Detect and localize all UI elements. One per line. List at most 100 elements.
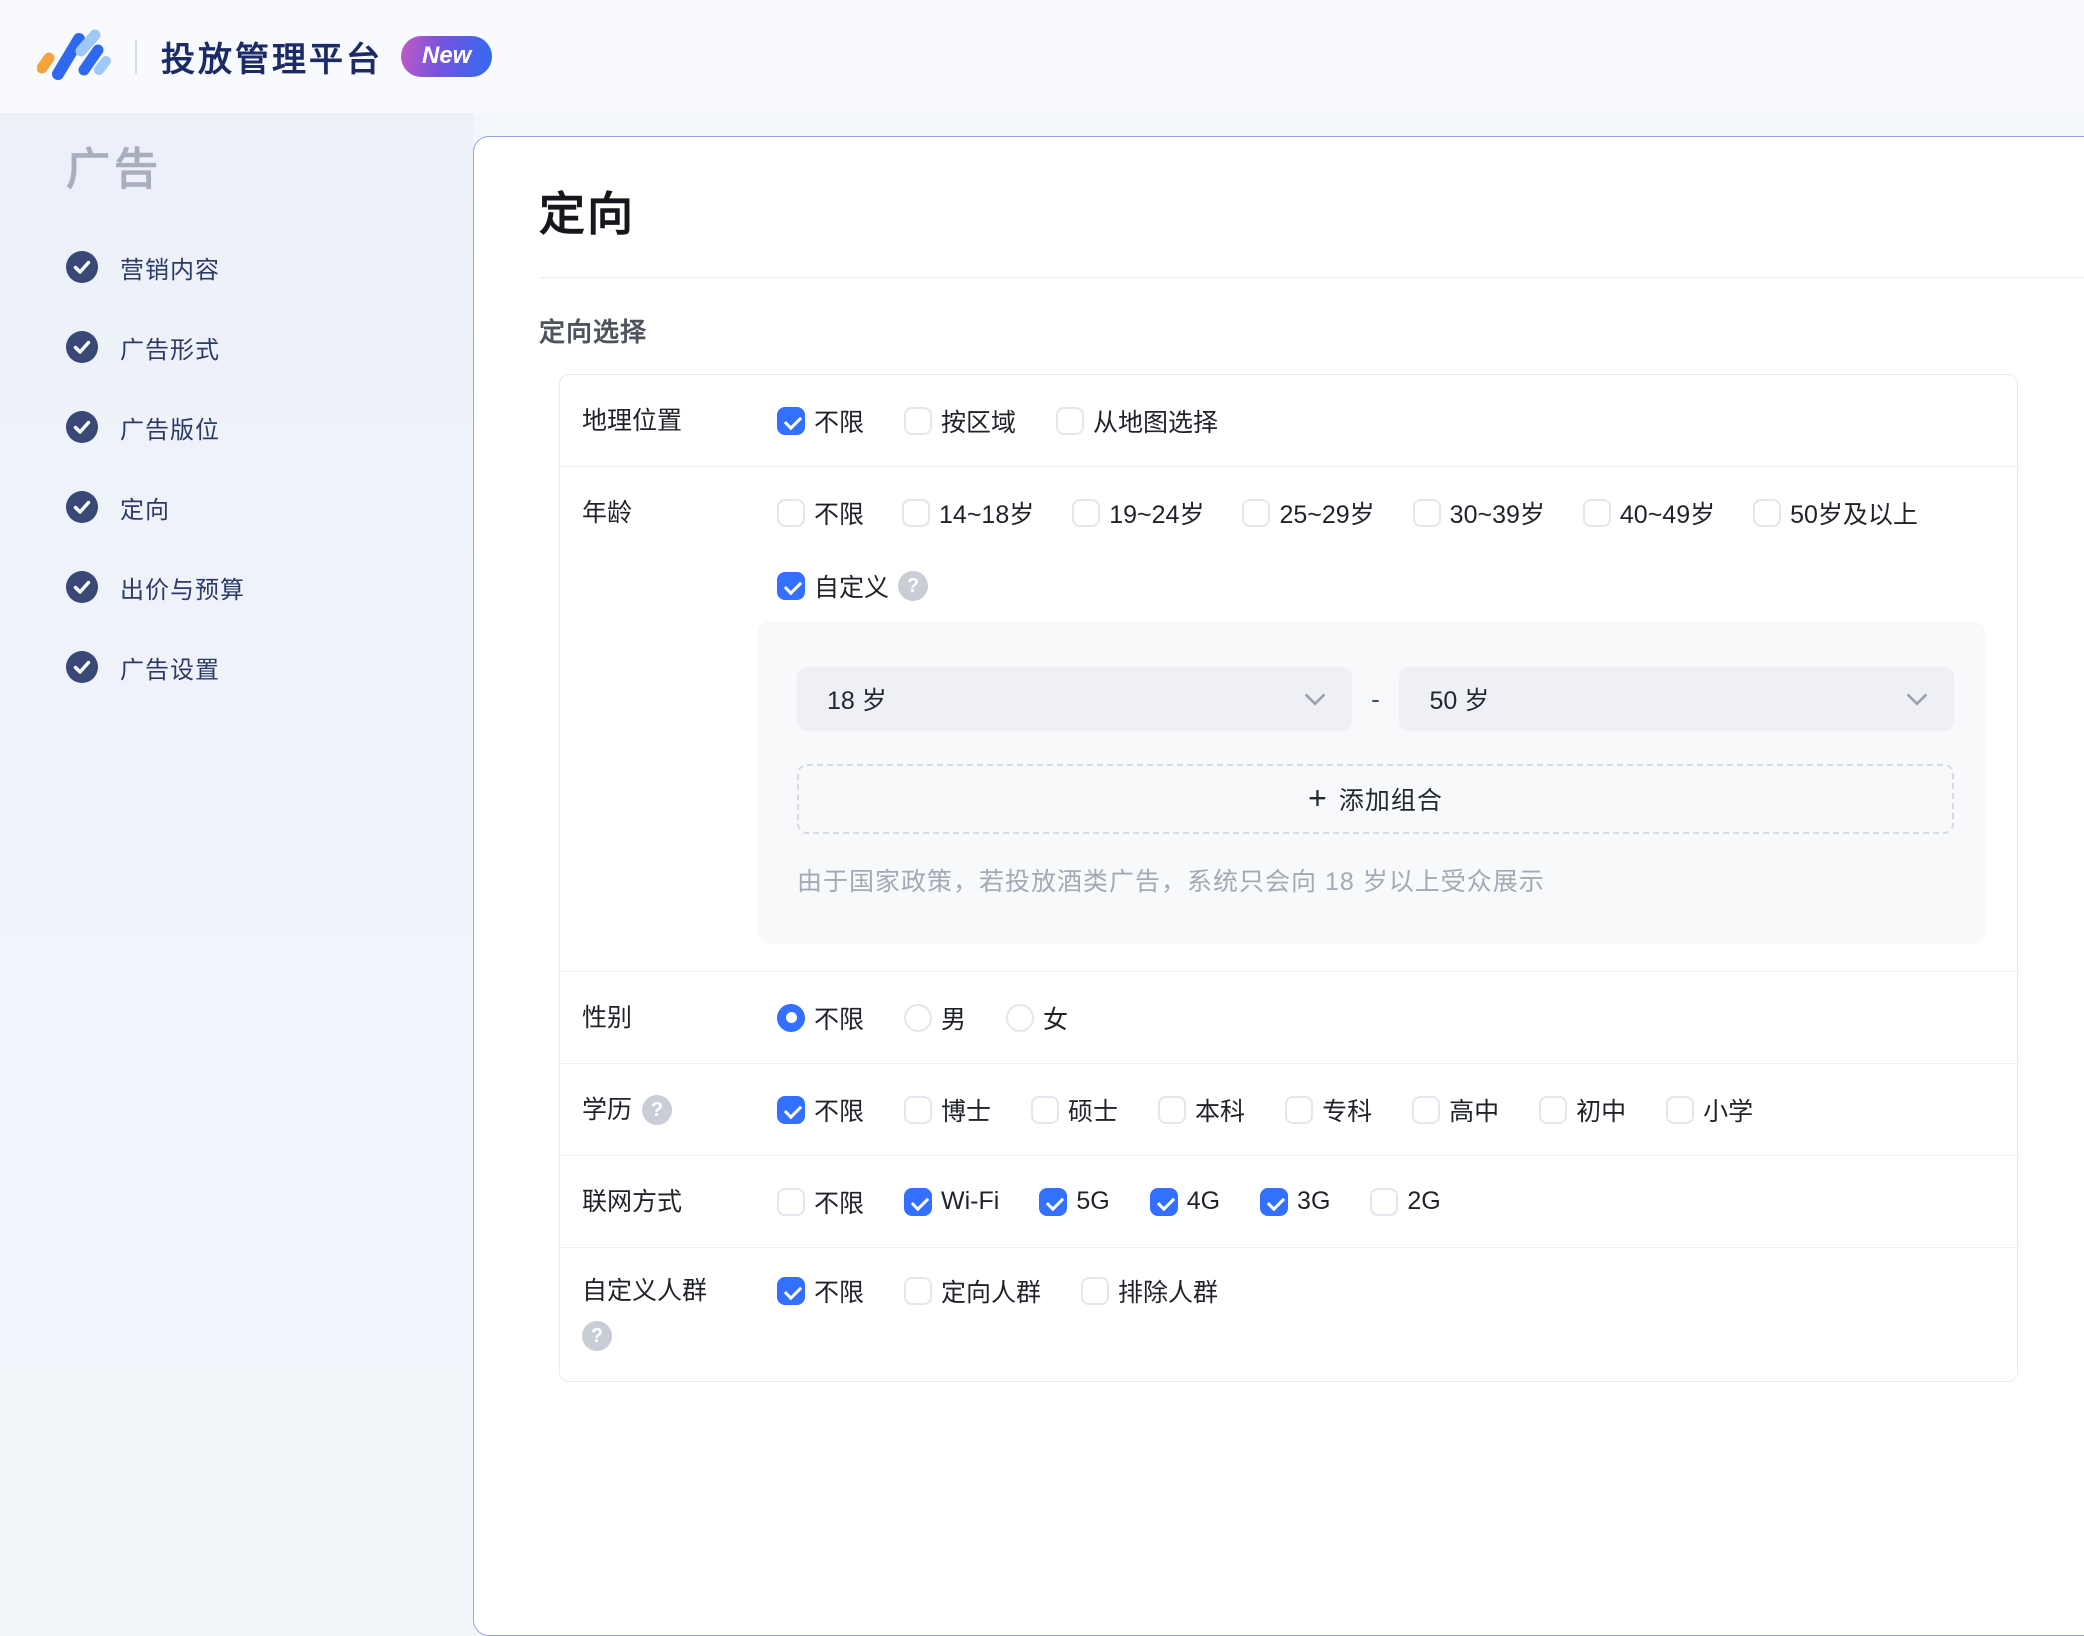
- form-row-education: 学历 ? 不限 博士 硕士 本科 专科 高中 初中 小学: [560, 1064, 2017, 1156]
- checkbox-icon: [1370, 1187, 1399, 1216]
- check-circle-icon: [66, 491, 98, 523]
- checkbox-net-wifi[interactable]: Wi-Fi: [904, 1187, 999, 1216]
- checkbox-icon: [904, 406, 933, 435]
- checkbox-audience-exclude[interactable]: 排除人群: [1081, 1273, 1218, 1309]
- age-custom-panel: 18 岁 - 50 岁 + 添加组合 由于国家政策，若投放酒类广告，系统只会向 …: [757, 621, 1986, 944]
- checkbox-icon: [1081, 1277, 1110, 1305]
- check-circle-icon: [66, 251, 98, 283]
- checkbox-icon: [777, 1187, 805, 1216]
- chevron-down-icon: [1304, 693, 1325, 706]
- checkbox-age-14-18[interactable]: 14~18岁: [902, 495, 1034, 531]
- checkbox-icon: [1412, 499, 1441, 527]
- checkbox-icon: [1149, 1187, 1178, 1216]
- sidebar-item-label: 广告版位: [120, 416, 220, 444]
- add-combination-button[interactable]: + 添加组合: [797, 764, 1954, 834]
- check-circle-icon: [66, 571, 98, 603]
- checkbox-icon: [904, 1095, 933, 1124]
- checkbox-icon: [1072, 499, 1101, 527]
- check-circle-icon: [66, 331, 98, 363]
- sidebar-item-ad-format[interactable]: 广告形式: [66, 327, 443, 367]
- checkbox-age-25-29[interactable]: 25~29岁: [1242, 495, 1375, 531]
- main-area: 定向 定向选择 地理位置 不限 按区域 从地图选择 年龄 不限 14~18岁 1…: [473, 113, 2084, 1636]
- help-icon[interactable]: ?: [898, 571, 929, 601]
- sidebar-item-ad-placement[interactable]: 广告版位: [66, 407, 443, 447]
- checkbox-icon: [1285, 1095, 1314, 1124]
- checkbox-edu-highschool[interactable]: 高中: [1412, 1092, 1499, 1128]
- radio-icon: [777, 1003, 805, 1032]
- checkbox-icon: [777, 1095, 805, 1124]
- row-label: 性别: [582, 1003, 633, 1032]
- checkbox-edu-doctor[interactable]: 博士: [904, 1092, 991, 1128]
- sidebar-nav: 营销内容 广告形式 广告版位 定向 出价与预算 广告设置: [66, 247, 443, 687]
- checkbox-age-30-39[interactable]: 30~39岁: [1412, 495, 1545, 531]
- checkbox-icon: [1242, 499, 1271, 527]
- checkbox-icon: [1039, 1187, 1068, 1216]
- sidebar-item-label: 出价与预算: [120, 576, 245, 604]
- checkbox-geo-from-map[interactable]: 从地图选择: [1056, 403, 1218, 439]
- top-bar: 投放管理平台 New: [0, 0, 2084, 113]
- sidebar-item-label: 广告设置: [120, 656, 220, 684]
- checkbox-age-unlimited[interactable]: 不限: [777, 495, 864, 531]
- checkbox-edu-middleschool[interactable]: 初中: [1539, 1092, 1626, 1128]
- checkbox-icon: [904, 1187, 933, 1216]
- sidebar: 广告 营销内容 广告形式 广告版位 定向 出价与预算 广告设置: [0, 113, 473, 1366]
- row-label: 自定义人群 ?: [582, 1273, 777, 1351]
- form-row-age: 年龄 不限 14~18岁 19~24岁 25~29岁 30~39岁 40~49岁…: [560, 467, 2017, 972]
- checkbox-edu-college[interactable]: 专科: [1285, 1092, 1372, 1128]
- sidebar-heading: 广告: [66, 145, 162, 194]
- radio-icon: [1006, 1003, 1035, 1032]
- checkbox-edu-master[interactable]: 硕士: [1031, 1092, 1118, 1128]
- checkbox-edu-bachelor[interactable]: 本科: [1158, 1092, 1245, 1128]
- page-title: 定向: [539, 188, 635, 240]
- radio-gender-male[interactable]: 男: [904, 1000, 966, 1036]
- brand-divider: [135, 39, 137, 74]
- sidebar-item-ad-settings[interactable]: 广告设置: [66, 647, 443, 687]
- radio-gender-unlimited[interactable]: 不限: [777, 1000, 864, 1036]
- checkbox-net-2g[interactable]: 2G: [1370, 1187, 1441, 1216]
- form-row-location: 地理位置 不限 按区域 从地图选择: [560, 375, 2017, 467]
- checkbox-edu-primaryschool[interactable]: 小学: [1666, 1092, 1753, 1128]
- sidebar-item-bid-budget[interactable]: 出价与预算: [66, 567, 443, 607]
- checkbox-age-custom[interactable]: 自定义 ?: [777, 568, 929, 604]
- sidebar-item-label: 定向: [120, 496, 170, 524]
- sidebar-item-marketing-content[interactable]: 营销内容: [66, 247, 443, 287]
- radio-gender-female[interactable]: 女: [1006, 1000, 1068, 1036]
- checkbox-icon: [1539, 1095, 1568, 1124]
- plus-icon: +: [1308, 779, 1327, 816]
- checkbox-icon: [1753, 499, 1782, 527]
- row-label: 学历 ?: [582, 1092, 777, 1128]
- help-icon[interactable]: ?: [582, 1321, 612, 1351]
- checkbox-icon: [1582, 499, 1611, 527]
- row-label: 联网方式: [582, 1187, 683, 1216]
- checkbox-icon: [1056, 406, 1085, 435]
- checkbox-age-40-49[interactable]: 40~49岁: [1582, 495, 1715, 531]
- checkbox-net-4g[interactable]: 4G: [1149, 1187, 1220, 1216]
- help-icon[interactable]: ?: [642, 1094, 673, 1125]
- checkbox-icon: [904, 1277, 933, 1305]
- policy-note: 由于国家政策，若投放酒类广告，系统只会向 18 岁以上受众展示: [797, 868, 1545, 896]
- form-row-custom-audience: 自定义人群 ? 不限 定向人群 排除人群: [560, 1248, 2017, 1381]
- checkbox-net-5g[interactable]: 5G: [1039, 1187, 1110, 1216]
- checkbox-edu-unlimited[interactable]: 不限: [777, 1092, 864, 1128]
- checkbox-icon: [777, 572, 805, 600]
- age-to-select[interactable]: 50 岁: [1399, 667, 1954, 731]
- age-from-select[interactable]: 18 岁: [797, 667, 1352, 731]
- checkbox-net-unlimited[interactable]: 不限: [777, 1184, 864, 1220]
- checkbox-net-3g[interactable]: 3G: [1260, 1187, 1330, 1216]
- form-row-gender: 性别 不限 男 女: [560, 972, 2017, 1064]
- sidebar-item-targeting[interactable]: 定向: [66, 487, 443, 527]
- brand-logo-icon: [37, 29, 111, 80]
- checkbox-audience-unlimited[interactable]: 不限: [777, 1273, 864, 1309]
- checkbox-audience-target[interactable]: 定向人群: [904, 1273, 1041, 1309]
- checkbox-icon: [1158, 1095, 1187, 1124]
- new-badge: New: [401, 36, 493, 77]
- checkbox-age-19-24[interactable]: 19~24岁: [1072, 495, 1204, 531]
- checkbox-geo-unlimited[interactable]: 不限: [777, 403, 864, 439]
- checkbox-geo-by-region[interactable]: 按区域: [904, 403, 1016, 439]
- checkbox-age-50-plus[interactable]: 50岁及以上: [1753, 495, 1918, 531]
- row-label: 年龄: [582, 499, 633, 527]
- form-row-network: 联网方式 不限 Wi-Fi 5G 4G 3G 2G: [560, 1156, 2017, 1248]
- radio-icon: [904, 1003, 933, 1032]
- checkbox-icon: [902, 499, 931, 527]
- checkbox-icon: [1031, 1095, 1060, 1124]
